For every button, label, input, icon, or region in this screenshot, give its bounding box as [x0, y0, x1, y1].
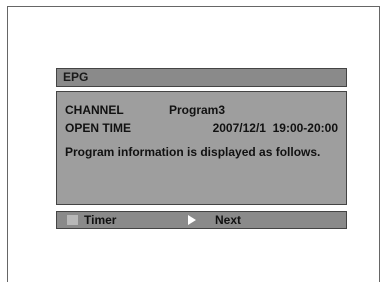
timer-button[interactable]: Timer — [84, 213, 116, 227]
channel-label: CHANNEL — [65, 103, 124, 117]
epg-title-bar: EPG — [56, 68, 347, 87]
epg-info-panel: CHANNEL Program3 OPEN TIME 2007/12/1 19:… — [56, 91, 347, 205]
play-arrow-icon — [188, 215, 196, 225]
next-button[interactable]: Next — [215, 213, 241, 227]
square-button-icon — [67, 215, 78, 225]
open-time-label: OPEN TIME — [65, 121, 132, 135]
channel-value: Program3 — [169, 103, 226, 117]
epg-title: EPG — [63, 70, 89, 84]
open-time-value: 2007/12/1 19:00-20:00 — [212, 121, 338, 135]
epg-footer: Timer Next — [56, 211, 347, 229]
program-info-text: Program information is displayed as foll… — [65, 145, 321, 159]
